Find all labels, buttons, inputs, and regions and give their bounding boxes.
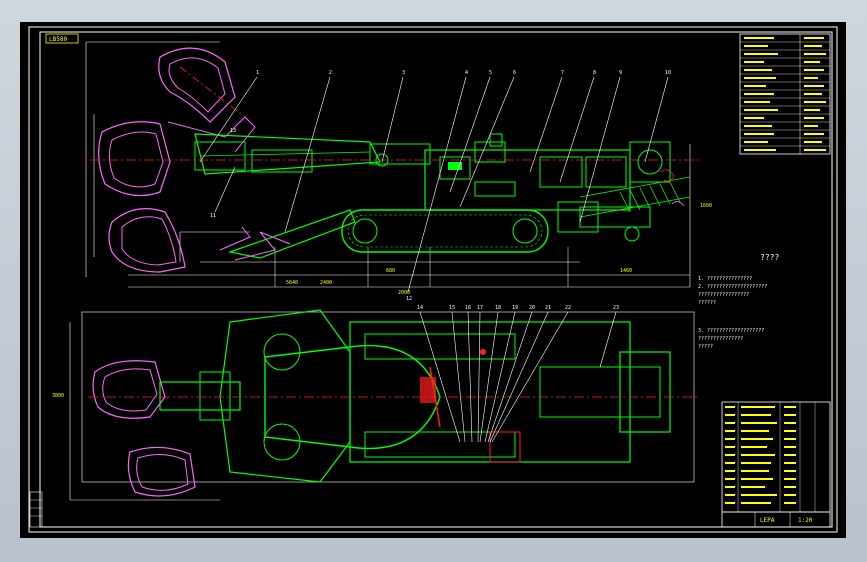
dimension-labels: 5640 2400 680 1460 2000 1600 3800 [52,203,712,399]
svg-text:2400: 2400 [320,280,332,286]
svg-text:14: 14 [417,305,423,311]
machine-body [424,149,631,211]
svg-text:21: 21 [545,305,551,311]
svg-text:19: 19 [512,305,518,311]
svg-text:?????: ????? [698,344,713,350]
title-block-name: LEPA [760,517,775,524]
title-block: LEPA 1:20 [721,511,831,528]
svg-text:1: 1 [256,70,259,76]
header-tag: LB580 [49,36,67,43]
title-block-code: 1:20 [798,517,813,524]
technical-notes: 1. ??????????????? 2. ??????????????????… [698,276,767,350]
svg-text:23: 23 [613,305,619,311]
tail-conveyor [579,176,691,218]
svg-text:1600: 1600 [700,203,712,209]
svg-text:12: 12 [406,296,412,302]
cad-viewport[interactable]: LB580 ???? 1. ??????????????? 2. ???????… [20,22,846,538]
svg-text:17: 17 [477,305,483,311]
shovel-plate [227,209,356,259]
assembly-drawing: LB580 ???? 1. ??????????????? 2. ???????… [28,26,838,533]
plan-view [69,309,700,501]
crawler-track [341,209,549,253]
svg-text:3: 3 [402,70,405,76]
svg-text:13: 13 [230,128,236,134]
svg-text:11: 11 [210,213,216,219]
svg-text:?????????????????: ????????????????? [698,292,749,298]
svg-text:7: 7 [561,70,564,76]
svg-text:22: 22 [565,305,571,311]
parts-list [721,401,831,513]
svg-text:5640: 5640 [286,280,298,286]
svg-text:5: 5 [489,70,492,76]
parameter-table [739,33,831,155]
svg-text:???????????????: ??????????????? [698,336,743,342]
svg-text:18: 18 [495,305,501,311]
side-view [85,41,700,293]
svg-text:2. ????????????????????: 2. ???????????????????? [698,284,767,290]
svg-text:10: 10 [665,70,671,76]
svg-text:2: 2 [329,70,332,76]
svg-text:20: 20 [529,305,535,311]
svg-text:16: 16 [465,305,471,311]
svg-text:8: 8 [593,70,596,76]
balloons-side: 1 2 3 4 5 6 7 8 9 10 11 12 13 [210,70,671,302]
svg-text:3800: 3800 [52,393,64,399]
svg-text:9: 9 [619,70,622,76]
svg-text:680: 680 [386,268,395,274]
svg-text:1. ???????????????: 1. ??????????????? [698,276,752,282]
svg-text:??????: ?????? [698,300,716,306]
svg-text:3. ???????????????????: 3. ??????????????????? [698,328,764,334]
cutter-head-top [158,47,236,123]
svg-text:1460: 1460 [620,268,632,274]
svg-text:6: 6 [513,70,516,76]
svg-text:4: 4 [465,70,468,76]
balloons-plan: 14 15 16 17 18 19 20 21 22 23 [417,305,619,311]
drawing-caption: ???? [760,253,779,262]
svg-text:15: 15 [449,305,455,311]
